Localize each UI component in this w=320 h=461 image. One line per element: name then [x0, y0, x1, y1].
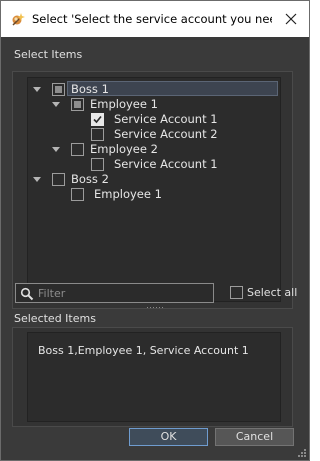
tree-checkbox-checked[interactable] — [91, 113, 104, 126]
selected-items-label: Selected Items — [14, 312, 96, 325]
tree-node-label: Service Account 1 — [114, 157, 218, 171]
splitter-handle[interactable] — [147, 306, 163, 309]
tree-node-label: Service Account 1 — [114, 112, 218, 126]
tree-node-service-account-2[interactable]: Service Account 2 — [28, 127, 280, 142]
tree-node-label: Employee 1 — [94, 187, 162, 201]
tree-checkbox[interactable] — [91, 128, 104, 141]
tree-checkbox[interactable] — [52, 173, 65, 186]
tree-node-boss-1[interactable]: Boss 1 — [28, 81, 280, 97]
expand-arrow-icon[interactable] — [33, 177, 41, 182]
tree-checkbox[interactable] — [91, 158, 104, 171]
tree-checkbox[interactable] — [71, 188, 84, 201]
tree-node-label: Boss 1 — [71, 82, 109, 96]
checkmark-icon — [93, 115, 102, 124]
tree-node-employee-1[interactable]: Employee 1 — [28, 97, 280, 112]
tree-checkbox[interactable] — [52, 83, 65, 96]
filter-field[interactable] — [15, 283, 214, 303]
select-items-dialog: Select 'Select the service account you n… — [0, 0, 310, 461]
select-items-group: Boss 1 Employee 1 Service Account 1 Serv… — [12, 71, 293, 309]
expand-arrow-icon[interactable] — [33, 87, 41, 92]
expand-arrow-icon[interactable] — [52, 147, 60, 152]
tree-node-label: Employee 2 — [90, 142, 158, 156]
cancel-button[interactable]: Cancel — [215, 428, 294, 446]
resize-grip-icon[interactable] — [298, 449, 306, 457]
items-tree[interactable]: Boss 1 Employee 1 Service Account 1 Serv… — [27, 77, 281, 302]
window-title: Select 'Select the service account you n… — [32, 12, 272, 26]
select-items-label: Select Items — [14, 48, 83, 61]
filter-input[interactable] — [38, 286, 208, 300]
tree-node-label: Service Account 2 — [114, 127, 218, 141]
search-icon — [20, 286, 34, 301]
tree-checkbox[interactable] — [71, 143, 84, 156]
selected-items-group: Boss 1,Employee 1, Service Account 1 — [12, 327, 293, 427]
tree-node-boss-2[interactable]: Boss 2 — [28, 172, 280, 187]
select-all-box[interactable] — [230, 286, 243, 299]
expand-arrow-icon[interactable] — [52, 102, 60, 107]
tree-node-service-account-1[interactable]: Service Account 1 — [28, 112, 280, 127]
selected-items-box[interactable]: Boss 1,Employee 1, Service Account 1 — [27, 332, 281, 422]
tree-node-label: Employee 1 — [90, 97, 158, 111]
dialog-body: Select Items Boss 1 Employee 1 Service A… — [1, 37, 309, 460]
ok-button[interactable]: OK — [129, 428, 208, 446]
tree-node-label: Boss 2 — [71, 172, 109, 186]
tree-node-employee-1b[interactable]: Employee 1 — [28, 187, 280, 202]
tree-node-service-account-1b[interactable]: Service Account 1 — [28, 157, 280, 172]
close-icon[interactable] — [281, 9, 301, 29]
select-all-label: Select all — [247, 286, 298, 299]
tree-node-employee-2[interactable]: Employee 2 — [28, 142, 280, 157]
wizard-app-icon — [11, 11, 27, 27]
title-bar[interactable]: Select 'Select the service account you n… — [1, 1, 309, 37]
selected-items-text: Boss 1,Employee 1, Service Account 1 — [38, 344, 249, 357]
tree-checkbox[interactable] — [71, 98, 84, 111]
